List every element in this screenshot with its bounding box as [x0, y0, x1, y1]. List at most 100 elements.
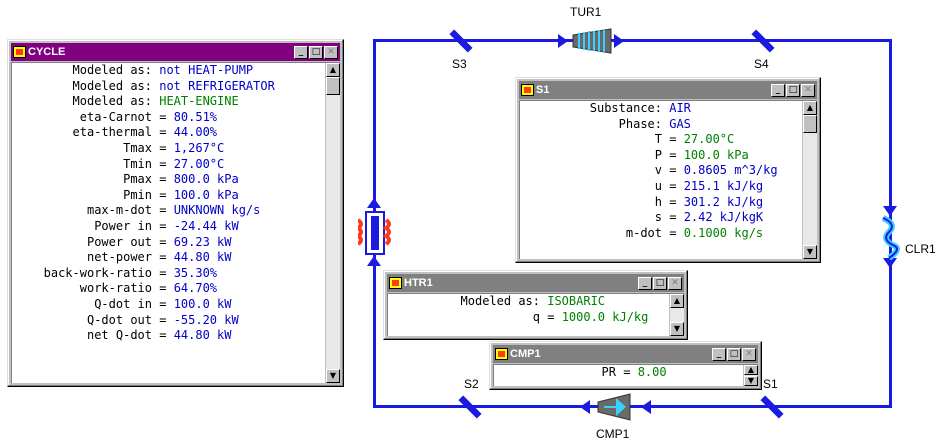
cooler-icon[interactable]	[879, 214, 901, 260]
scroll-up-icon[interactable]: ▲	[670, 294, 684, 308]
property-separator: =	[662, 225, 684, 240]
property-value[interactable]: not REFRIGERATOR	[159, 79, 275, 95]
property-separator: =	[152, 109, 174, 124]
property-value[interactable]: 8.00	[638, 365, 667, 381]
htr1-scrollbar[interactable]: ▲ ▼	[669, 294, 684, 336]
minimize-icon[interactable]: _	[638, 276, 652, 290]
cycle-window[interactable]: CYCLE _ □ ✕ Modeled as: not HEAT-PUMP Mod…	[7, 39, 344, 387]
property-value[interactable]: 64.70%	[174, 281, 217, 297]
property-row: Pmax = 800.0 kPa	[12, 172, 324, 188]
minimize-icon[interactable]: _	[771, 83, 785, 97]
property-value[interactable]: 100.0 kPa	[684, 148, 749, 164]
property-value[interactable]: 35.30%	[174, 266, 217, 282]
property-name: Q-dot out	[86, 312, 152, 327]
close-icon[interactable]: ✕	[742, 347, 756, 361]
scroll-down-icon[interactable]: ▼	[326, 369, 340, 383]
property-name: max-m-dot	[86, 203, 152, 218]
maximize-icon[interactable]: □	[653, 276, 667, 290]
property-value[interactable]: 1000.0 kJ/kg	[562, 310, 649, 326]
property-value[interactable]: 44.80 kW	[174, 250, 232, 266]
htr1-window-content: Modeled as: ISOBARIC q = 1000.0 kJ/kg ▲ ▼	[387, 293, 684, 336]
property-value[interactable]: 0.8605 m^3/kg	[684, 163, 778, 179]
cmp1-label: CMP1	[596, 427, 630, 441]
property-row: back-work-ratio = 35.30%	[12, 266, 324, 282]
maximize-icon[interactable]: □	[309, 45, 323, 59]
property-value[interactable]: HEAT-ENGINE	[159, 94, 238, 110]
s1-scrollbar[interactable]: ▲ ▼	[802, 101, 817, 259]
htr1-window[interactable]: HTR1 _ □ ✕ Modeled as: ISOBARIC q = 1000.…	[383, 270, 688, 340]
minimize-icon[interactable]: _	[712, 347, 726, 361]
property-name: Modeled as:	[72, 63, 152, 77]
property-name: P	[654, 147, 662, 162]
property-separator: =	[152, 140, 174, 155]
property-value[interactable]: not HEAT-PUMP	[159, 63, 253, 79]
property-separator	[152, 63, 159, 79]
property-row: Pmin = 100.0 kPa	[12, 188, 324, 204]
s1-window[interactable]: S1 _ □ ✕ Substance: AIR Phase: GAS T = 27.…	[515, 77, 821, 263]
scroll-up-icon[interactable]: ▲	[326, 63, 340, 77]
property-separator: =	[662, 163, 684, 178]
flow-arrow-out-compressor	[580, 400, 590, 414]
property-separator: =	[662, 147, 684, 162]
property-value[interactable]: UNKNOWN kg/s	[174, 203, 261, 219]
property-value[interactable]: AIR	[669, 101, 691, 117]
property-value[interactable]: 80.51%	[174, 110, 217, 126]
compressor-icon[interactable]	[594, 392, 634, 422]
property-row: q = 1000.0 kJ/kg	[388, 310, 668, 326]
scroll-down-icon[interactable]: ▼	[803, 245, 817, 259]
window-app-icon	[13, 46, 26, 58]
scroll-down-icon[interactable]: ▼	[670, 322, 684, 336]
scroll-up-icon[interactable]: ▲	[744, 365, 758, 375]
property-value[interactable]: 27.00°C	[684, 132, 735, 148]
property-separator: =	[152, 234, 174, 249]
flow-arrow-htr-out	[367, 198, 381, 208]
property-row: Q-dot in = 100.0 kW	[12, 297, 324, 313]
property-value[interactable]: 2.42 kJ/kgK	[684, 210, 763, 226]
property-separator: =	[152, 156, 174, 171]
turbine-icon[interactable]	[571, 27, 613, 55]
property-value[interactable]: 800.0 kPa	[174, 172, 239, 188]
cmp1-scrollbar[interactable]: ▲ ▼	[743, 365, 758, 386]
property-name: Tmin	[123, 156, 152, 171]
cycle-window-titlebar[interactable]: CYCLE _ □ ✕	[11, 43, 340, 61]
property-value[interactable]: 301.2 kJ/kg	[684, 195, 763, 211]
maximize-icon[interactable]: □	[727, 347, 741, 361]
htr1-window-titlebar[interactable]: HTR1 _ □ ✕	[387, 274, 684, 292]
property-value[interactable]: 27.00°C	[174, 157, 225, 173]
property-value[interactable]: 69.23 kW	[174, 235, 232, 251]
scroll-down-icon[interactable]: ▼	[744, 376, 758, 386]
property-name: PR	[601, 365, 616, 379]
close-icon[interactable]: ✕	[668, 276, 682, 290]
property-name: v	[654, 163, 662, 178]
cmp1-window[interactable]: CMP1 _ □ ✕ PR = 8.00 ▲ ▼	[489, 341, 762, 390]
close-icon[interactable]: ✕	[801, 83, 815, 97]
property-row: PR = 8.00	[494, 365, 742, 381]
property-value[interactable]: 1,267°C	[174, 141, 225, 157]
minimize-icon[interactable]: _	[294, 45, 308, 59]
property-value[interactable]: 44.00%	[174, 125, 217, 141]
close-icon[interactable]: ✕	[324, 45, 338, 59]
property-value[interactable]: 215.1 kJ/kg	[684, 179, 763, 195]
scroll-thumb[interactable]	[803, 115, 817, 133]
property-value[interactable]: 100.0 kW	[174, 297, 232, 313]
property-value[interactable]: GAS	[669, 117, 691, 133]
property-value[interactable]: -24.44 kW	[174, 219, 239, 235]
scroll-up-icon[interactable]: ▲	[803, 101, 817, 115]
cycle-scrollbar[interactable]: ▲ ▼	[325, 63, 340, 383]
property-value[interactable]: 0.1000 kg/s	[684, 226, 763, 242]
scroll-thumb[interactable]	[326, 77, 340, 95]
property-name: Tmax	[123, 140, 152, 155]
property-separator	[662, 117, 669, 133]
property-value[interactable]: 100.0 kPa	[174, 188, 239, 204]
property-value[interactable]: 44.80 kW	[174, 328, 232, 344]
flow-line-top	[373, 39, 892, 42]
property-separator: =	[152, 296, 174, 311]
maximize-icon[interactable]: □	[786, 83, 800, 97]
s1-window-titlebar[interactable]: S1 _ □ ✕	[519, 81, 817, 99]
s3-label: S3	[452, 57, 467, 71]
cmp1-window-titlebar[interactable]: CMP1 _ □ ✕	[493, 345, 758, 363]
property-row: Modeled as: ISOBARIC	[388, 294, 668, 310]
property-value[interactable]: -55.20 kW	[174, 313, 239, 329]
property-value[interactable]: ISOBARIC	[547, 294, 605, 310]
heater-icon[interactable]	[358, 210, 392, 256]
